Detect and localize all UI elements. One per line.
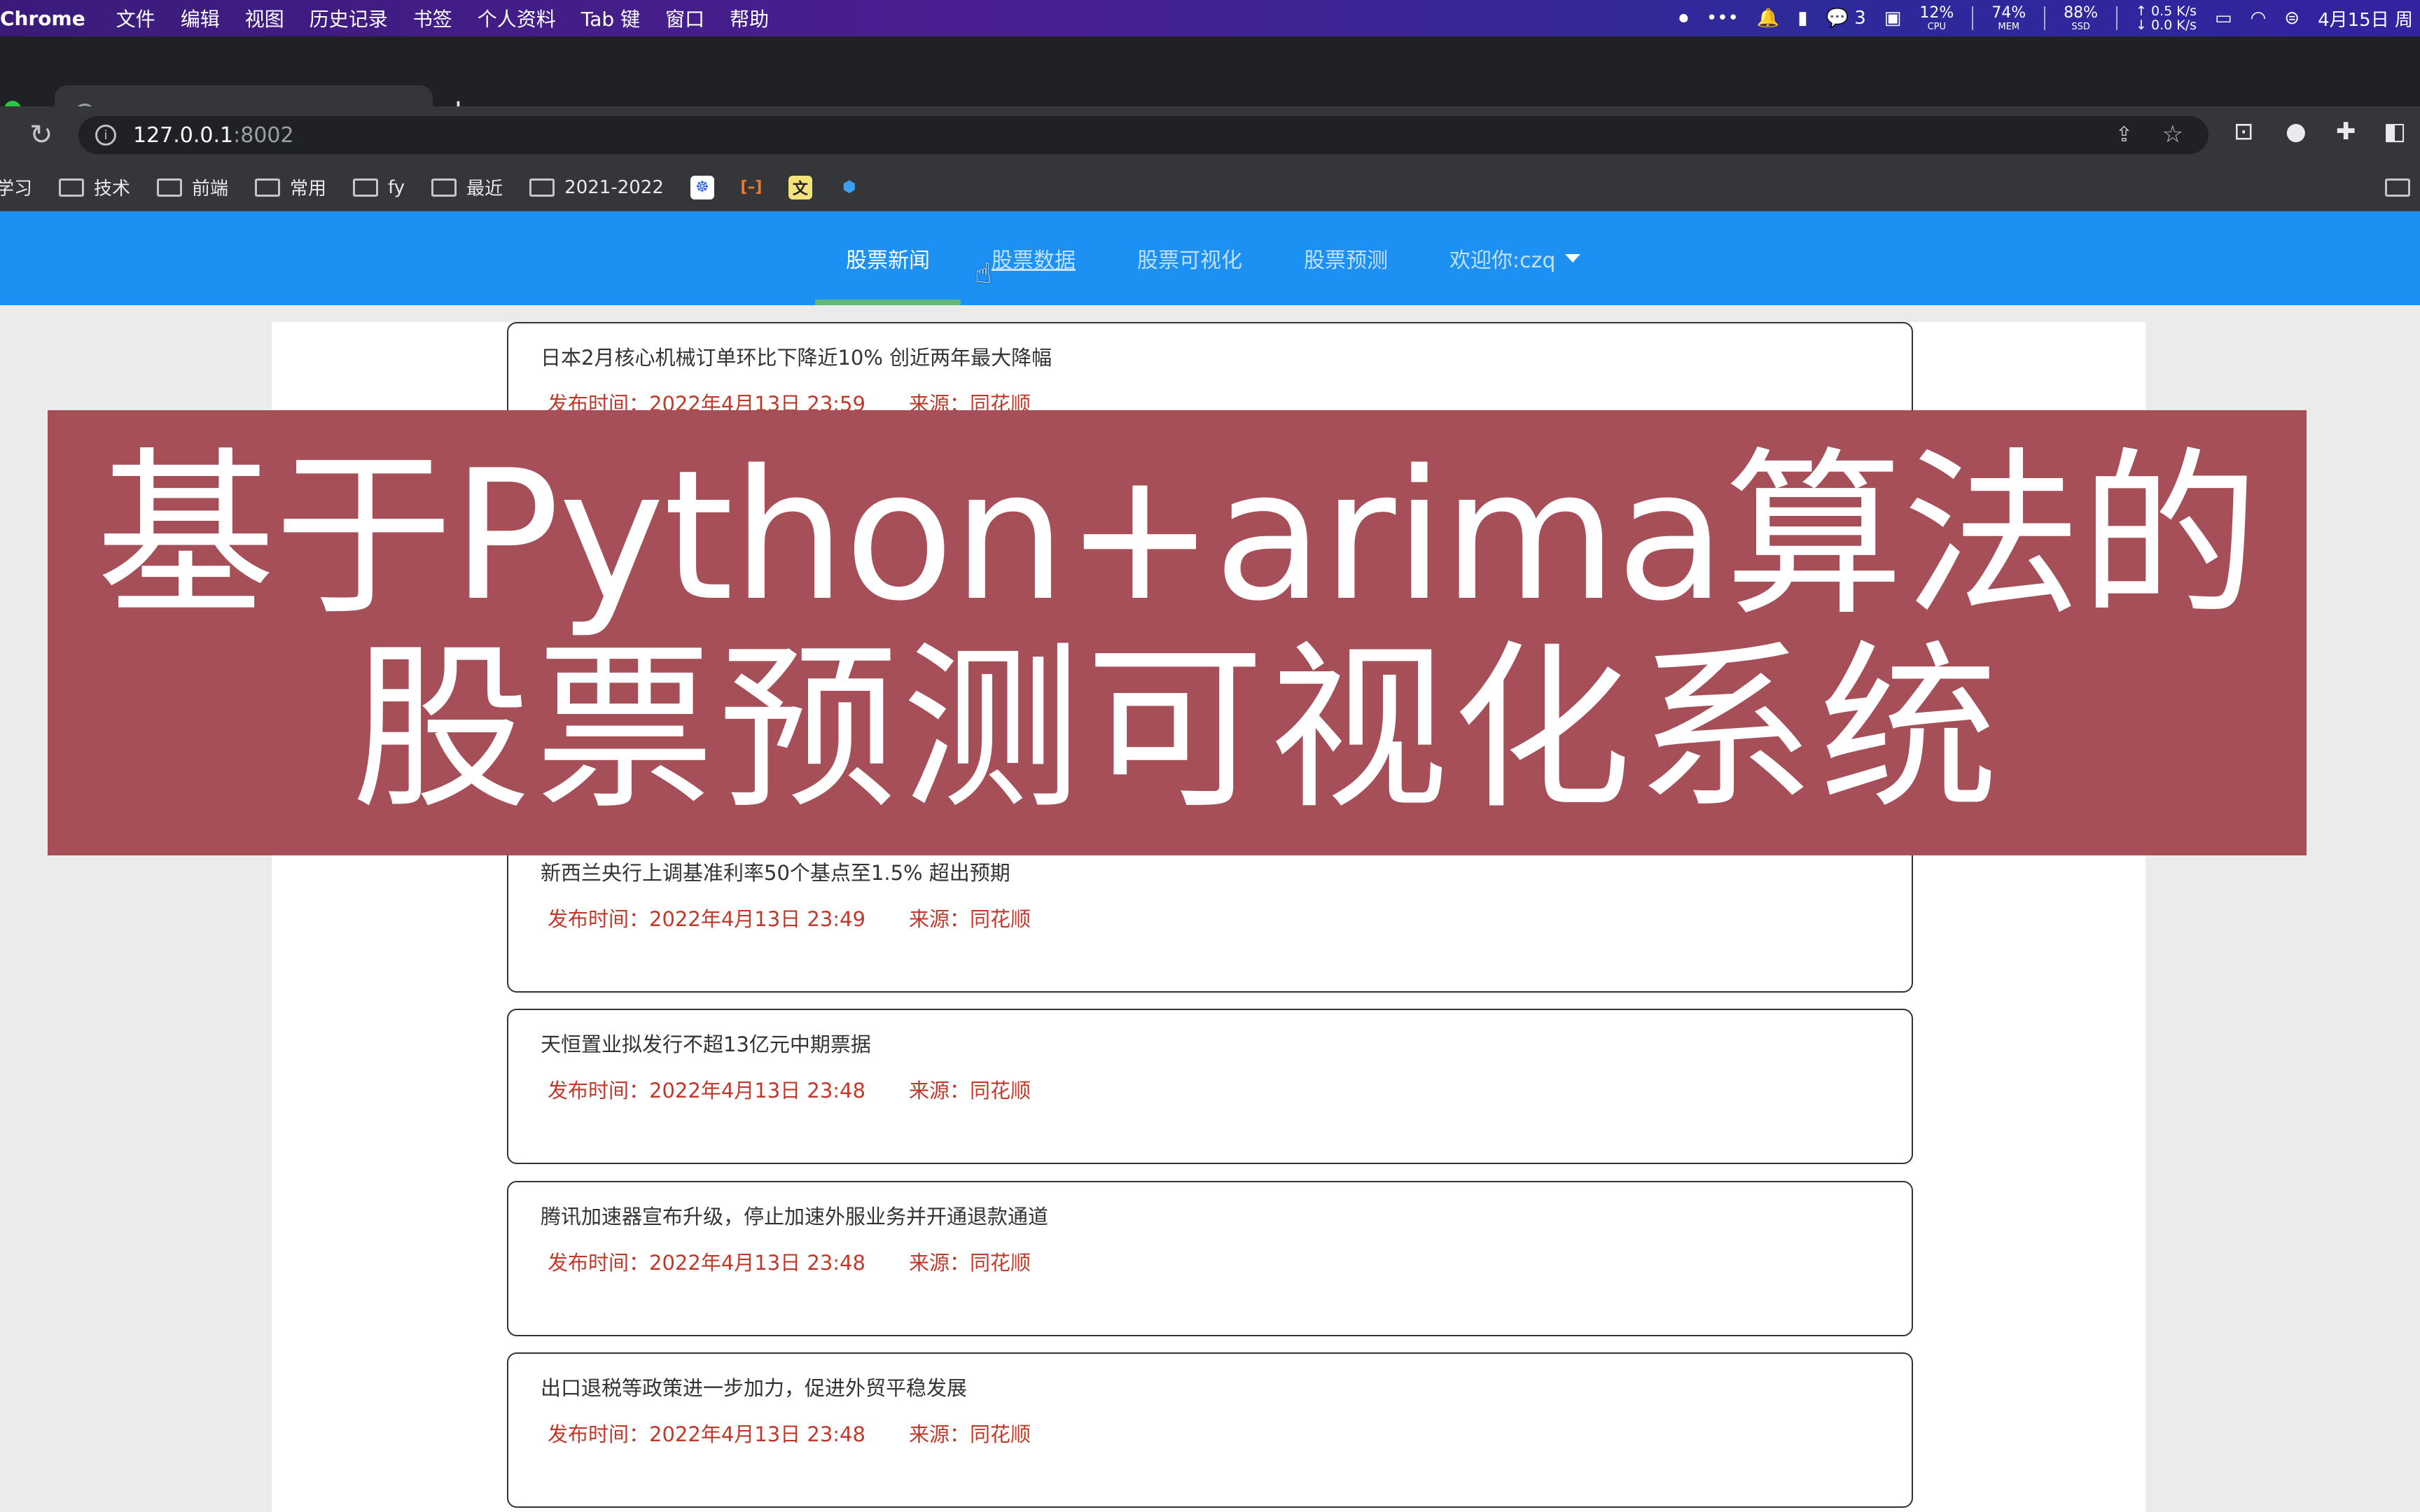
menu-edit[interactable]: 编辑 [181, 4, 220, 32]
control-center-icon[interactable]: ⊜ [2284, 8, 2300, 29]
news-meta: 发布时间：2022年4月13日 23:49 来源：同花顺 [548, 907, 1031, 931]
menu-history[interactable]: 历史记录 [310, 4, 388, 32]
banner-line-1: 基于Python+arima算法的 [96, 432, 2259, 640]
mem-stat: 74% MEM [1991, 4, 2026, 32]
url-port: :8002 [233, 122, 294, 148]
news-card[interactable]: 出口退税等政策进一步加力，促进外贸平稳发展 发布时间：2022年4月13日 23… [507, 1352, 1913, 1508]
menu-profiles[interactable]: 个人资料 [478, 4, 556, 32]
translate-icon[interactable]: 文 [788, 175, 812, 200]
menu-tab[interactable]: Tab 键 [581, 4, 640, 32]
more-icon[interactable]: ••• [1706, 8, 1739, 29]
folder-icon [529, 178, 555, 197]
reader-icon[interactable]: ⊡ [2234, 118, 2254, 146]
folder-icon [353, 178, 379, 197]
news-meta: 发布时间：2022年4月13日 23:48 来源：同花顺 [548, 1422, 1031, 1446]
nav-user-menu[interactable]: 欢迎你:czq [1419, 211, 1611, 305]
info-icon[interactable]: i [95, 125, 116, 146]
star-icon[interactable]: ☆ [2162, 120, 2183, 148]
code-bracket-icon[interactable]: [–] [739, 176, 763, 200]
nav-stock-visualization[interactable]: 股票可视化 [1106, 211, 1273, 305]
folder-icon [157, 178, 183, 197]
address-bar[interactable]: i 127.0.0.1:8002 ⇪ ☆ [78, 116, 2209, 154]
cat-icon[interactable]: ▮ [1797, 8, 1807, 29]
news-card[interactable]: 新西兰央行上调基准利率50个基点至1.5% 超出预期 发布时间：2022年4月1… [507, 837, 1913, 993]
news-title[interactable]: 天恒置业拟发行不超13亿元中期票据 [541, 1028, 871, 1058]
bookmark-partial[interactable]: 学习 [0, 174, 32, 200]
menu-bookmarks[interactable]: 书签 [413, 4, 452, 32]
menu-help[interactable]: 帮助 [730, 4, 769, 32]
menu-window[interactable]: 窗口 [665, 4, 704, 32]
bookmark-folder[interactable]: 常用 [255, 174, 326, 200]
bookmark-folder[interactable]: 技术 [59, 174, 130, 200]
extension-ghost-icon[interactable]: ● [2286, 118, 2307, 146]
folder-icon [255, 178, 281, 197]
bookmark-folder[interactable]: fy [353, 177, 405, 198]
news-card[interactable]: 天恒置业拟发行不超13亿元中期票据 发布时间：2022年4月13日 23:48 来… [507, 1009, 1913, 1164]
banner-line-2: 股票预测可视化系统 [351, 625, 2003, 834]
news-card[interactable]: 腾讯加速器宣布升级，停止加速外服业务并开通退款通道 发布时间：2022年4月13… [507, 1181, 1913, 1336]
sidebar-icon[interactable]: ◧ [2384, 118, 2406, 146]
menu-app-name[interactable]: Chrome [0, 7, 85, 30]
baidu-icon[interactable]: ☸ [690, 175, 714, 200]
news-title[interactable]: 腾讯加速器宣布升级，停止加速外服业务并开通退款通道 [541, 1200, 1048, 1230]
record-icon[interactable]: ⏺ [1679, 8, 1688, 29]
bookmark-folder[interactable]: 2021-2022 [529, 177, 664, 198]
divider [2116, 6, 2118, 30]
menu-file[interactable]: 文件 [116, 4, 155, 32]
network-stat: ↑ 0.5 K/s ↓ 0.0 K/s [2136, 4, 2197, 33]
nav-stock-prediction[interactable]: 股票预测 [1273, 211, 1419, 305]
wifi-icon[interactable]: ◠ [2251, 8, 2267, 29]
reload-icon[interactable]: ↻ [29, 119, 53, 151]
folder-icon [431, 178, 457, 197]
datetime[interactable]: 4月15日 周 [2318, 6, 2413, 31]
pointer-cursor-icon: ☝ [975, 258, 992, 290]
folder-icon [59, 178, 85, 197]
news-meta: 发布时间：2022年4月13日 23:48 来源：同花顺 [548, 1251, 1031, 1275]
browser-toolbar: ↻ i 127.0.0.1:8002 ⇪ ☆ [0, 106, 2420, 164]
cube-icon[interactable]: ⬢ [837, 176, 861, 200]
nav-stock-news[interactable]: 股票新闻 [815, 211, 961, 305]
bookmarks-bar: 学习 技术 前端 常用 fy 最近 2021-2022 ☸ [–] 文 ⬢ [0, 164, 2420, 211]
cpu-stat: 12% CPU [1919, 4, 1954, 32]
menu-view[interactable]: 视图 [245, 4, 284, 32]
title-banner: 基于Python+arima算法的 股票预测可视化系统 [48, 410, 2307, 855]
bookmark-app-icon[interactable]: ▣ [1884, 8, 1902, 29]
bookmark-folder[interactable]: 前端 [157, 174, 228, 200]
ssd-stat: 88% SSD [2064, 4, 2099, 32]
news-title[interactable]: 出口退税等政策进一步加力，促进外贸平稳发展 [541, 1372, 967, 1401]
qq-icon[interactable]: 🔔 [1757, 8, 1779, 29]
wechat-count: 3 [1854, 8, 1866, 29]
news-title[interactable]: 新西兰央行上调基准利率50个基点至1.5% 超出预期 [541, 857, 1010, 886]
battery-icon[interactable]: ▭ [2215, 8, 2232, 29]
macos-menubar: Chrome 文件 编辑 视图 历史记录 书签 个人资料 Tab 键 窗口 帮助… [0, 0, 2420, 36]
news-meta: 发布时间：2022年4月13日 23:48 来源：同花顺 [548, 1079, 1031, 1102]
browser-tabbar: arima的股票预测系统 ✕ + [0, 36, 2420, 143]
folder-icon[interactable] [2385, 178, 2410, 197]
wechat-icon[interactable]: 💬 3 [1826, 8, 1866, 29]
divider [1972, 6, 1974, 30]
puzzle-icon[interactable]: ✚ [2336, 118, 2356, 146]
divider [2044, 6, 2046, 30]
bookmark-folder[interactable]: 最近 [431, 174, 503, 200]
chevron-down-icon [1565, 254, 1581, 262]
news-title[interactable]: 日本2月核心机械订单环比下降近10% 创近两年最大降幅 [541, 342, 1052, 371]
url-host: 127.0.0.1 [133, 122, 234, 148]
site-navbar: 股票新闻 股票数据 股票可视化 股票预测 欢迎你:czq [0, 211, 2420, 305]
share-icon[interactable]: ⇪ [2115, 122, 2133, 147]
